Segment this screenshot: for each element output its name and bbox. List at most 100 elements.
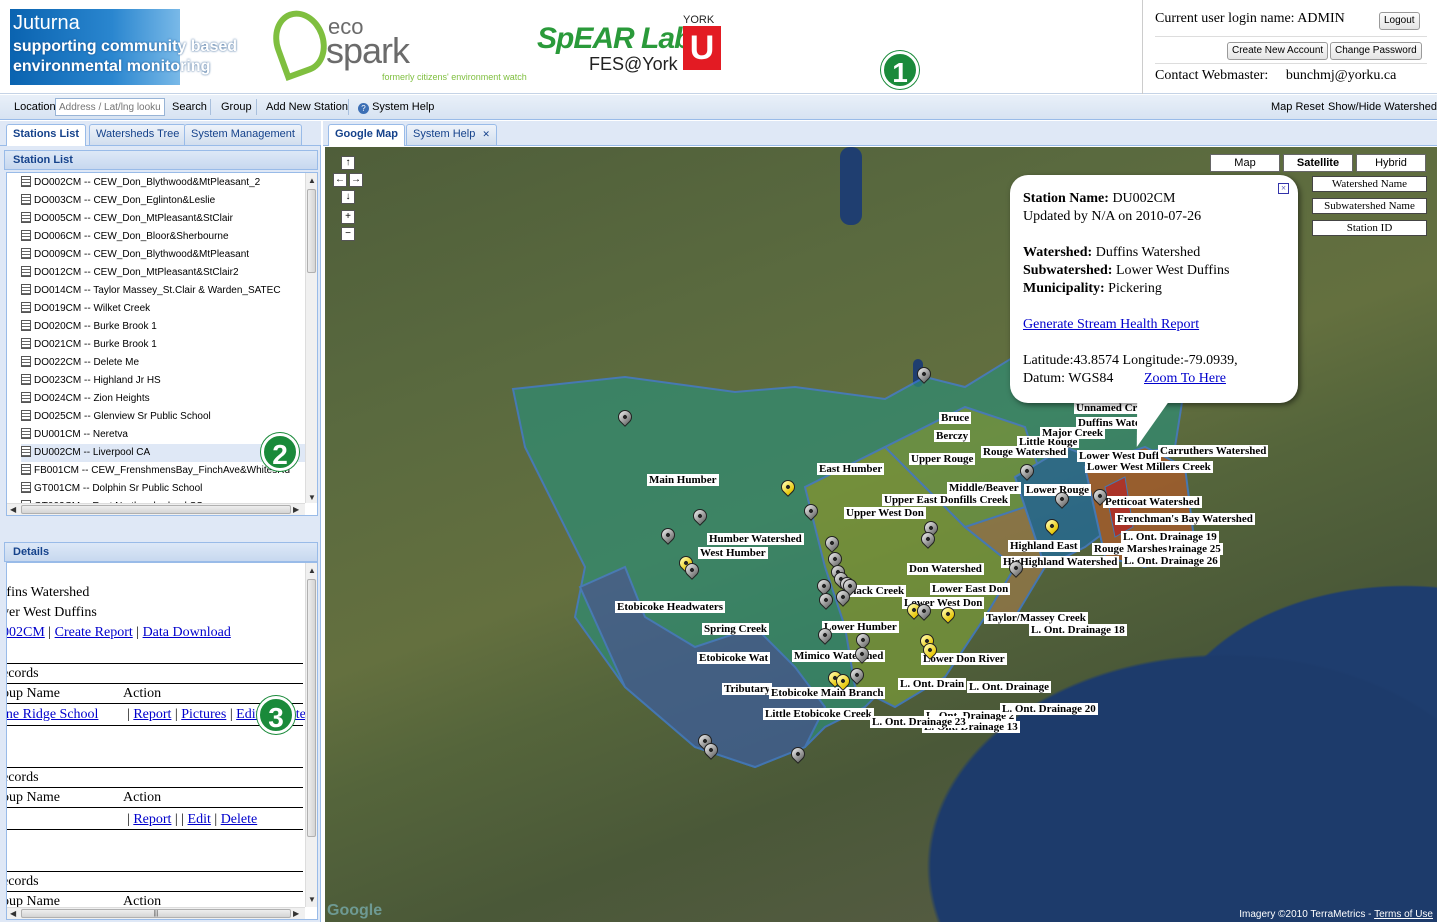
- details-hscroll[interactable]: ◀ ||| ▶: [7, 907, 305, 919]
- station-marker-icon[interactable]: [1090, 486, 1110, 509]
- zoom-out-icon[interactable]: −: [341, 227, 355, 241]
- station-list-item[interactable]: DO009CM -- CEW_Don_Blythwood&MtPleasant: [21, 246, 305, 264]
- scroll-thumb[interactable]: [21, 505, 291, 514]
- scroll-right-icon[interactable]: ▶: [293, 505, 299, 514]
- tab-system-help[interactable]: System Help ✕: [406, 124, 497, 145]
- search-button[interactable]: Search: [172, 101, 207, 113]
- tab-system-management[interactable]: System Management: [184, 124, 302, 145]
- map-type-map-button[interactable]: Map: [1210, 154, 1280, 172]
- station-marker-icon[interactable]: [682, 560, 702, 583]
- logout-button[interactable]: Logout: [1379, 12, 1420, 30]
- station-list-hscroll[interactable]: ◀ ▶: [7, 503, 305, 515]
- zoom-to-here-link[interactable]: Zoom To Here: [1144, 371, 1226, 387]
- generate-report-link[interactable]: Generate Stream Health Report: [1023, 317, 1199, 333]
- station-list-item[interactable]: DO019CM -- Wilket Creek: [21, 300, 305, 318]
- close-icon[interactable]: ×: [1278, 183, 1289, 194]
- station-marker-icon[interactable]: [801, 501, 821, 524]
- add-station-button[interactable]: Add New Station: [266, 101, 348, 113]
- watershed-name-toggle[interactable]: Watershed Name: [1312, 176, 1427, 192]
- station-marker-icon[interactable]: [914, 364, 934, 387]
- station-list-item[interactable]: DO025CM -- Glenview Sr Public School: [21, 408, 305, 426]
- station-marker-icon[interactable]: [788, 744, 808, 767]
- station-list-item[interactable]: DO014CM -- Taylor Massey_St.Clair & Ward…: [21, 282, 305, 300]
- station-list-item[interactable]: DU001CM -- Neretva: [21, 426, 305, 444]
- station-marker-icon[interactable]: [852, 644, 872, 667]
- tab-watersheds-tree[interactable]: Watersheds Tree: [89, 124, 187, 145]
- group-button[interactable]: Group: [221, 101, 252, 113]
- delete-link[interactable]: Delete: [221, 812, 258, 827]
- scroll-down-icon[interactable]: ▼: [308, 493, 316, 502]
- station-list-item[interactable]: DO024CM -- Zion Heights: [21, 390, 305, 408]
- records-row-group[interactable]: ine Ridge School: [7, 707, 98, 723]
- station-list-item[interactable]: DO023CM -- Highland Jr HS: [21, 372, 305, 390]
- station-marker-icon[interactable]: [833, 587, 853, 610]
- station-id-link[interactable]: 002CM: [7, 625, 45, 640]
- create-report-link[interactable]: Create Report: [55, 625, 133, 640]
- show-hide-watersheds-button[interactable]: Show/Hide Watersheds: [1328, 101, 1437, 113]
- station-marker-icon[interactable]: [1042, 516, 1062, 539]
- scroll-thumb[interactable]: |||: [21, 909, 291, 918]
- station-list-item[interactable]: DO006CM -- CEW_Don_Bloor&Sherbourne: [21, 228, 305, 246]
- station-marker-icon[interactable]: [615, 407, 635, 430]
- station-marker-icon[interactable]: [920, 640, 940, 663]
- scroll-thumb[interactable]: [307, 579, 316, 837]
- pan-right-icon[interactable]: →: [349, 173, 363, 187]
- map-type-satellite-button[interactable]: Satellite: [1283, 154, 1353, 172]
- station-marker-icon[interactable]: [1017, 461, 1037, 484]
- pan-up-icon[interactable]: ↑: [341, 156, 355, 170]
- edit-link[interactable]: Edit: [236, 707, 259, 722]
- station-marker-icon[interactable]: [1052, 489, 1072, 512]
- station-list-item[interactable]: FB001CM -- CEW_FrenshmensBay_FinchAve&Wh…: [21, 462, 305, 480]
- station-list-item[interactable]: GT001CM -- Dolphin Sr Public School: [21, 480, 305, 498]
- station-list-item[interactable]: DO005CM -- CEW_Don_MtPleasant&StClair: [21, 210, 305, 228]
- station-list-vscroll[interactable]: ▲ ▼: [305, 173, 317, 503]
- change-password-button[interactable]: Change Password: [1330, 42, 1422, 60]
- scroll-down-icon[interactable]: ▼: [308, 895, 316, 904]
- scroll-up-icon[interactable]: ▲: [308, 566, 316, 575]
- pictures-link[interactable]: Pictures: [181, 707, 226, 722]
- zoom-in-icon[interactable]: +: [341, 210, 355, 224]
- report-link[interactable]: Report: [133, 707, 171, 722]
- scroll-right-icon[interactable]: ▶: [293, 909, 299, 918]
- create-account-button[interactable]: Create New Account: [1227, 42, 1329, 60]
- station-list-item[interactable]: DO003CM -- CEW_Don_Eglinton&Leslie: [21, 192, 305, 210]
- station-list-item[interactable]: DO021CM -- Burke Brook 1: [21, 336, 305, 354]
- station-marker-icon[interactable]: [815, 625, 835, 648]
- data-download-link[interactable]: Data Download: [143, 625, 231, 640]
- station-list-item[interactable]: DO012CM -- CEW_Don_MtPleasant&StClair2: [21, 264, 305, 282]
- terms-of-use-link[interactable]: Terms of Use: [1374, 909, 1433, 920]
- station-marker-icon[interactable]: [847, 665, 867, 688]
- group-name-link[interactable]: ine Ridge School: [7, 707, 98, 722]
- scroll-up-icon[interactable]: ▲: [308, 176, 316, 185]
- station-marker-icon[interactable]: [778, 477, 798, 500]
- station-marker-icon[interactable]: [701, 740, 721, 763]
- map-reset-button[interactable]: Map Reset: [1271, 101, 1324, 113]
- station-list-item[interactable]: DO002CM -- CEW_Don_Blythwood&MtPleasant_…: [21, 174, 305, 192]
- station-marker-icon[interactable]: [938, 604, 958, 627]
- edit-link[interactable]: Edit: [188, 812, 211, 827]
- station-id-toggle[interactable]: Station ID: [1312, 220, 1427, 236]
- subwatershed-name-toggle[interactable]: Subwatershed Name: [1312, 198, 1427, 214]
- details-vscroll[interactable]: ▲ ▼: [305, 563, 317, 907]
- report-link[interactable]: Report: [133, 812, 171, 827]
- scroll-thumb[interactable]: [307, 189, 316, 273]
- station-marker-icon[interactable]: [833, 671, 853, 694]
- map-type-hybrid-button[interactable]: Hybrid: [1356, 154, 1426, 172]
- station-marker-icon[interactable]: [658, 525, 678, 548]
- close-icon[interactable]: ✕: [482, 129, 490, 139]
- tab-stations-list[interactable]: Stations List: [6, 124, 87, 146]
- station-marker-icon[interactable]: [1006, 558, 1026, 581]
- tab-google-map[interactable]: Google Map: [328, 124, 405, 146]
- scroll-left-icon[interactable]: ◀: [10, 909, 16, 918]
- station-marker-icon[interactable]: [914, 601, 934, 624]
- location-search-input[interactable]: [55, 98, 165, 116]
- station-marker-icon[interactable]: [918, 529, 938, 552]
- station-list-item[interactable]: DO022CM -- Delete Me: [21, 354, 305, 372]
- pan-down-icon[interactable]: ↓: [341, 190, 355, 204]
- pan-left-icon[interactable]: ←: [333, 173, 347, 187]
- station-list-item[interactable]: DO020CM -- Burke Brook 1: [21, 318, 305, 336]
- station-marker-icon[interactable]: [816, 590, 836, 613]
- google-map[interactable]: ↑ ← → ↓ + − Map Satellite Hybrid Watersh…: [325, 147, 1437, 922]
- scroll-left-icon[interactable]: ◀: [10, 505, 16, 514]
- system-help-button[interactable]: ? System Help: [358, 101, 434, 114]
